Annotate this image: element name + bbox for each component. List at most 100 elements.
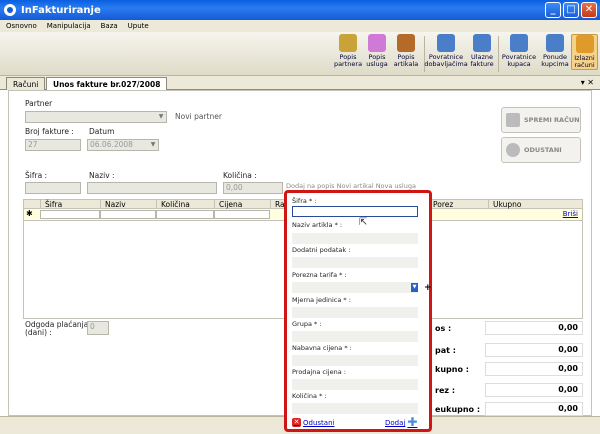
popup-kolicina-input[interactable] (292, 403, 418, 414)
save-icon (506, 113, 520, 127)
tool-label: Ponude kupcima (541, 53, 569, 68)
window-title: InFakturiranje (21, 4, 101, 16)
popup-prodajna-input[interactable] (292, 379, 418, 390)
row-cell-kolicina[interactable] (156, 210, 214, 219)
tool-label: Povratnice dobavljačima (424, 53, 468, 68)
tool-povratnice-dobavljacima[interactable]: Povratnice dobavljačima (424, 34, 468, 68)
tab-unos-fakture[interactable]: Unos fakture br.027/2008 (46, 77, 168, 91)
mouse-cursor-icon: ⇱ (359, 217, 368, 228)
popup-mjerna-input[interactable] (292, 307, 418, 318)
popup-label-mjerna: Mjerna jedinica * : (292, 296, 351, 304)
toolbar: Popis partnera Popis usluga Popis artika… (0, 32, 600, 76)
popup-label-kolicina: Količina * : (292, 392, 327, 400)
customer-return-icon (510, 34, 528, 52)
menu-bar: Osnovno Manipulacija Baza Upute (0, 20, 600, 32)
popup-grupa-input[interactable] (292, 331, 418, 342)
cancel-button[interactable]: ODUSTANI (501, 137, 581, 163)
tool-label: Popis artikala (393, 53, 419, 68)
total-value-porez: 0,00 (485, 383, 583, 397)
maximize-button[interactable]: □ (563, 2, 579, 18)
popup-label-nabavna: Nabavna cijena * : (292, 344, 352, 352)
popup-cancel-button[interactable]: ✕ Odustani (292, 418, 334, 427)
save-invoice-button[interactable]: SPREMI RAČUN (501, 107, 581, 133)
partner-select[interactable]: ▼ (25, 111, 167, 123)
popup-sifra-input[interactable] (292, 206, 418, 217)
popup-label-naziv: Naziv artikla * : (292, 221, 343, 229)
delete-row-link[interactable]: Briši (563, 210, 578, 218)
minimize-button[interactable]: _ (545, 2, 561, 18)
new-article-popup: Šifra * : ⇱ Naziv artikla * : Dodatni po… (284, 190, 432, 432)
popup-dodatni-input[interactable] (292, 257, 418, 268)
popup-label-prodajna: Prodajna cijena : (292, 368, 346, 376)
quantity-label: Količina : (223, 171, 257, 180)
payment-delay-input[interactable]: 0 (87, 321, 109, 335)
popup-add-button[interactable]: Dodaj ✚ (385, 415, 418, 429)
total-value-popust: 0,00 (485, 343, 583, 357)
incoming-invoice-icon (473, 34, 491, 52)
total-label-popust: pat : (435, 346, 456, 355)
tab-controls[interactable]: ▾ ✕ (581, 78, 594, 87)
tool-ponude-kupcima[interactable]: Ponude kupcima (540, 34, 570, 68)
supplier-return-icon (437, 34, 455, 52)
tool-popis-artikala[interactable]: Popis artikala (392, 34, 420, 68)
tool-ulazne-fakture[interactable]: Ulazne fakture (468, 34, 496, 68)
close-icon: ✕ (292, 418, 301, 427)
tool-label: Popis partnera (333, 53, 363, 68)
chevron-down-icon: ▼ (158, 113, 164, 120)
popup-nabavna-input[interactable] (292, 355, 418, 366)
app-icon (4, 4, 16, 16)
chevron-down-icon[interactable]: ▼ (411, 283, 418, 292)
toolbar-separator (498, 36, 499, 72)
menu-baza[interactable]: Baza (101, 22, 118, 30)
row-cell-cijena[interactable] (214, 210, 270, 219)
total-value-osnovica: 0,00 (485, 321, 583, 335)
services-icon (368, 34, 386, 52)
offers-icon (546, 34, 564, 52)
menu-osnovno[interactable]: Osnovno (6, 22, 37, 30)
invoice-number-field: 27 (25, 139, 81, 151)
tool-label: Popis usluga (366, 53, 388, 68)
date-field[interactable]: 06.06.2008 ▼ (87, 139, 159, 151)
tab-racuni[interactable]: Računi (6, 77, 46, 90)
close-button[interactable]: ✕ (581, 2, 597, 18)
total-label-ukupno: kupno : (435, 365, 469, 374)
title-bar: InFakturiranje _ □ ✕ (0, 0, 600, 20)
menu-upute[interactable]: Upute (128, 22, 149, 30)
quantity-input[interactable]: 0,00 (223, 182, 283, 194)
articles-icon (397, 34, 415, 52)
row-cell-sifra[interactable] (40, 210, 100, 219)
popup-label-grupa: Grupa * : (292, 320, 322, 328)
code-label: Šifra : (25, 171, 48, 180)
tool-popis-usluga[interactable]: Popis usluga (364, 34, 390, 68)
code-input[interactable] (25, 182, 81, 194)
plus-icon: ✚ (407, 415, 418, 429)
row-cell-naziv[interactable] (100, 210, 156, 219)
payment-delay-label: Odgoda plaćanja (dani) : (25, 320, 89, 337)
outgoing-invoice-icon (575, 35, 594, 53)
partners-icon (339, 34, 357, 52)
popup-porezna-select[interactable] (292, 282, 418, 293)
tab-bar: Računi Unos fakture br.027/2008 ▾ ✕ (0, 76, 600, 91)
partner-label: Partner (25, 99, 53, 108)
name-label: Naziv : (89, 171, 115, 180)
date-label: Datum (89, 127, 115, 136)
add-tax-rate-icon[interactable]: + (424, 283, 432, 293)
item-links[interactable]: Dodaj na popis Novi artikal Nova usluga (286, 182, 416, 190)
invoice-number-label: Broj fakture : (25, 127, 74, 136)
tool-popis-partnera[interactable]: Popis partnera (334, 34, 362, 68)
new-partner-link[interactable]: Novi partner (175, 112, 222, 121)
total-value-sveukupno: 0,00 (485, 402, 583, 416)
tool-label: Izlazni računi (574, 54, 595, 69)
power-icon (506, 143, 520, 157)
menu-manipulacija[interactable]: Manipulacija (47, 22, 91, 30)
total-label-sveukupno: eukupno : (435, 405, 481, 414)
popup-label-dodatni: Dodatni podatak : (292, 246, 351, 254)
new-row-icon: ✱ (26, 209, 33, 218)
tool-izlazni-racuni[interactable]: Izlazni računi (571, 34, 598, 70)
date-value: 06.06.2008 (90, 140, 133, 149)
name-input[interactable] (87, 182, 217, 194)
tool-povratnice-kupaca[interactable]: Povratnice kupaca (500, 34, 538, 68)
total-label-osnovica: os : (435, 324, 452, 333)
popup-naziv-input[interactable] (292, 233, 418, 244)
tool-label: Ulazne fakture (470, 53, 494, 68)
